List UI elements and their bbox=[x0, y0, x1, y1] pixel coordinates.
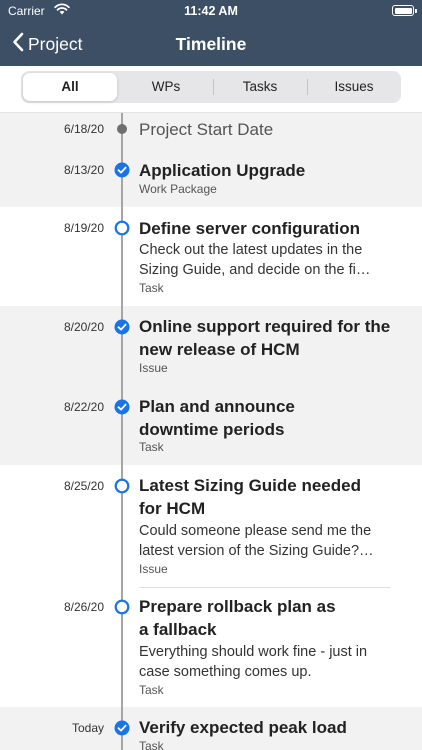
check-circle-icon bbox=[114, 720, 130, 741]
item-title: Project Start Date bbox=[139, 120, 274, 139]
timeline-item[interactable]: 8/22/20 Plan and announce downtime perio… bbox=[0, 386, 422, 465]
item-type: Task bbox=[139, 683, 164, 697]
status-bar: Carrier 11:42 AM bbox=[0, 0, 422, 22]
item-date: 8/26/20 bbox=[63, 600, 104, 614]
item-title-line: Prepare rollback plan as bbox=[139, 597, 336, 616]
open-circle-icon bbox=[114, 599, 130, 620]
page-title: Timeline bbox=[175, 34, 247, 54]
item-description-line: Sizing Guide, and decide on the fi… bbox=[139, 262, 371, 278]
item-title-line: new release of HCM bbox=[139, 340, 300, 359]
check-circle-icon bbox=[114, 319, 130, 340]
app-header: Carrier 11:42 AM Project Timeline bbox=[0, 0, 422, 66]
item-type: Task bbox=[139, 440, 164, 454]
item-title-line: Plan and announce bbox=[139, 397, 295, 416]
item-type: Issue bbox=[139, 562, 168, 576]
item-title-line: Latest Sizing Guide needed bbox=[139, 476, 361, 495]
timeline-item[interactable]: 8/26/20 Prepare rollback plan as a fallb… bbox=[0, 587, 422, 707]
item-title: Define server configuration bbox=[139, 219, 361, 238]
item-date: 8/13/20 bbox=[63, 163, 104, 177]
item-description-line: Could someone please send me the bbox=[139, 523, 372, 539]
item-type: Work Package bbox=[139, 182, 217, 196]
timeline-item[interactable]: 8/13/20 Application Upgrade Work Package bbox=[0, 153, 422, 207]
item-type: Issue bbox=[139, 361, 168, 375]
filter-tasks[interactable]: Tasks bbox=[213, 71, 307, 103]
item-date: 6/18/20 bbox=[63, 122, 104, 136]
filter-wps[interactable]: WPs bbox=[119, 71, 213, 103]
item-description-line: Check out the latest updates in the bbox=[139, 242, 363, 258]
check-circle-icon bbox=[114, 399, 130, 420]
item-date: 8/22/20 bbox=[63, 400, 104, 414]
timeline-item[interactable]: 8/20/20 Online support required for the … bbox=[0, 306, 422, 386]
item-date: 8/25/20 bbox=[63, 479, 104, 493]
item-title-line: Online support required for the bbox=[139, 317, 391, 336]
check-circle-icon bbox=[114, 162, 130, 183]
item-description-line: latest version of the Sizing Guide?… bbox=[139, 543, 374, 559]
timeline-item[interactable]: 8/19/20 Define server configuration Chec… bbox=[0, 207, 422, 306]
item-title-line: for HCM bbox=[139, 499, 206, 518]
segmented-control: All WPs Tasks Issues bbox=[21, 71, 401, 103]
item-title-line: a fallback bbox=[139, 620, 217, 639]
filter-all[interactable]: All bbox=[23, 73, 117, 101]
item-date: 8/19/20 bbox=[63, 221, 104, 235]
timeline-list: 6/18/20 Project Start Date 8/13/20 Appli… bbox=[0, 113, 422, 750]
filter-bar: All WPs Tasks Issues bbox=[0, 66, 422, 113]
item-description-line: Everything should work fine - just in bbox=[139, 644, 368, 660]
timeline-item-today[interactable]: Today Verify expected peak load Task bbox=[0, 707, 422, 750]
open-circle-icon bbox=[114, 478, 130, 499]
item-date: Today bbox=[71, 721, 104, 735]
status-time: 11:42 AM bbox=[184, 4, 238, 18]
battery-icon bbox=[392, 5, 417, 16]
item-date: 8/20/20 bbox=[63, 320, 104, 334]
item-title: Application Upgrade bbox=[139, 161, 306, 180]
timeline-item[interactable]: 8/25/20 Latest Sizing Guide needed for H… bbox=[0, 465, 422, 587]
item-title: Verify expected peak load bbox=[139, 718, 347, 737]
timeline-item-start[interactable]: 6/18/20 Project Start Date bbox=[0, 113, 422, 153]
filter-issues[interactable]: Issues bbox=[307, 71, 401, 103]
navigation-bar: Project Timeline bbox=[0, 22, 422, 66]
item-type: Task bbox=[139, 281, 164, 295]
open-circle-icon bbox=[114, 220, 130, 241]
item-title-line: downtime periods bbox=[139, 420, 285, 439]
item-type: Task bbox=[139, 739, 164, 750]
item-description-line: case something comes up. bbox=[139, 664, 312, 680]
milestone-dot-icon bbox=[114, 122, 130, 143]
